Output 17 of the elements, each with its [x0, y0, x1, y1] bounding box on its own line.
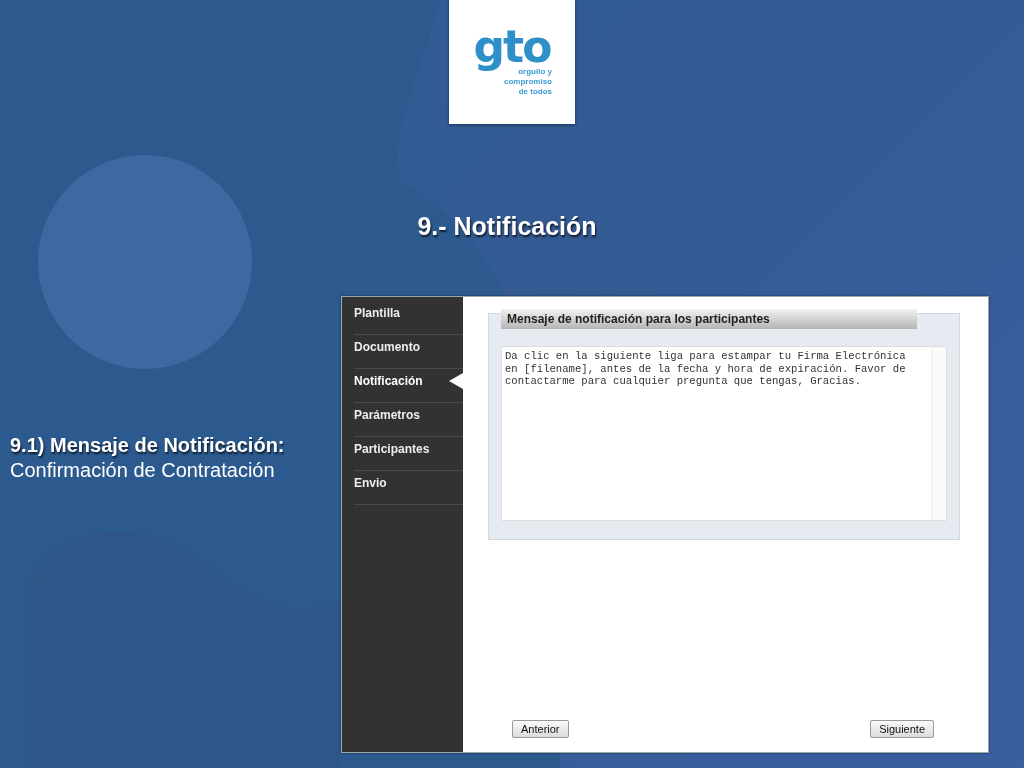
caption-text: Confirmación de Contratación — [10, 459, 276, 482]
sidebar-item[interactable]: Parámetros — [354, 403, 463, 437]
pointer-icon — [449, 373, 463, 389]
sidebar-item[interactable]: Notificación — [354, 369, 463, 403]
slide-title: 9.- Notificación — [417, 212, 597, 241]
scrollbar[interactable] — [931, 347, 946, 520]
caption-heading: 9.1) Mensaje de Notificación: — [10, 434, 286, 457]
sidebar-item[interactable]: Documento — [354, 335, 463, 369]
message-field[interactable]: Da clic en la siguiente liga para estampar tu Firma Electrónica en [filename], antes de la fecha y hora de expiración. Favor de contactarme para cualquier pregunta que tengas, Gracias. — [501, 346, 947, 521]
logo-tagline: orgullo y compromiso de todos — [504, 67, 552, 97]
sidebar-item[interactable]: Envio — [354, 471, 463, 505]
sidebar-item[interactable]: Plantilla — [354, 301, 463, 335]
message-text: Da clic en la siguiente liga para estampar tu Firma Electrónica en [filename], antes de la fecha y hora de expiración. Favor de contactarme para cualquier pregunta que tengas, Gracias. — [504, 349, 907, 389]
sidebar-item[interactable]: Participantes — [354, 437, 463, 471]
nav-button[interactable]: Siguiente — [870, 720, 934, 738]
panel-title: Mensaje de notificación para los participantes — [501, 309, 917, 329]
nav-button[interactable]: Anterior — [512, 720, 569, 738]
